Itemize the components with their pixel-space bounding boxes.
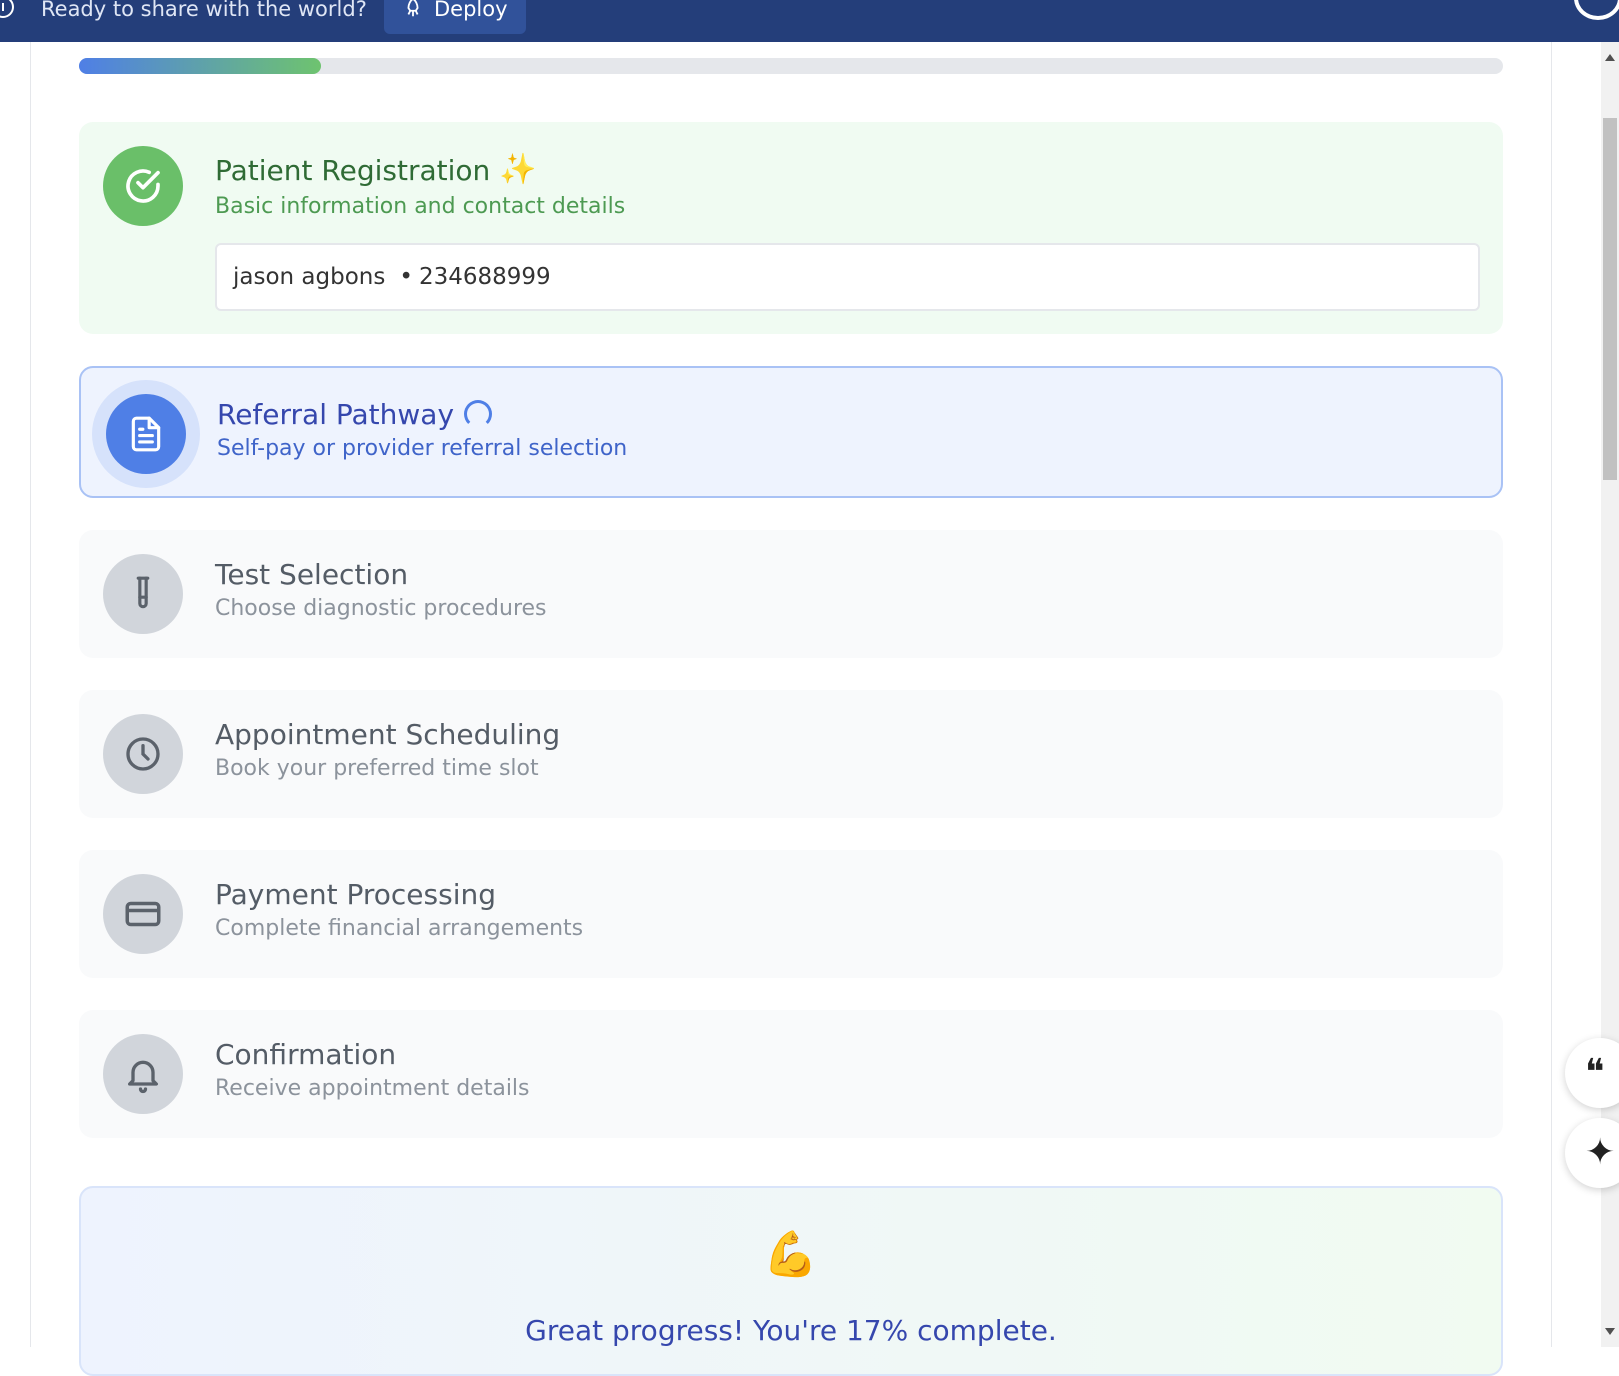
info-icon bbox=[0, 0, 14, 18]
bell-icon bbox=[127, 1060, 158, 1094]
deploy-button[interactable]: Deploy bbox=[384, 0, 526, 34]
registration-summary: jason agbons • 234688999 bbox=[215, 243, 1480, 311]
deploy-label: Deploy bbox=[434, 0, 508, 21]
top-banner: Ready to share with the world? Deploy bbox=[0, 0, 1619, 42]
step-subtitle: Complete financial arrangements bbox=[215, 916, 584, 941]
step-subtitle: Self-pay or provider referral selection bbox=[217, 436, 628, 461]
banner-message: Ready to share with the world? bbox=[41, 0, 367, 21]
flexed-biceps-icon: 💪 bbox=[763, 1229, 818, 1280]
patient-name: jason agbons bbox=[233, 264, 386, 290]
progress-bar bbox=[79, 58, 1503, 74]
scrollbar-thumb[interactable] bbox=[1603, 118, 1617, 480]
avatar[interactable] bbox=[1574, 0, 1619, 20]
encouragement-message: Great progress! You're 17% complete. bbox=[525, 1314, 1057, 1347]
clock-icon bbox=[126, 737, 160, 771]
step-appointment-scheduling[interactable]: Appointment Scheduling Book your preferr… bbox=[79, 690, 1503, 818]
scroll-up-icon[interactable] bbox=[1605, 54, 1615, 61]
loading-spinner-icon bbox=[464, 400, 492, 428]
step-status-circle bbox=[103, 146, 183, 226]
quote-list-icon: ❝ bbox=[1585, 1052, 1605, 1093]
test-tube-icon bbox=[136, 576, 150, 609]
patient-phone: 234688999 bbox=[418, 264, 551, 290]
step-subtitle: Receive appointment details bbox=[215, 1076, 530, 1101]
step-title: Payment Processing bbox=[215, 878, 496, 911]
step-status-circle bbox=[103, 714, 183, 794]
sparkle-icon: ✨ bbox=[499, 152, 537, 187]
rocket-icon bbox=[407, 0, 419, 17]
step-test-selection[interactable]: Test Selection Choose diagnostic procedu… bbox=[79, 530, 1503, 658]
quote-button[interactable]: ❝ bbox=[1565, 1038, 1619, 1108]
step-title: Test Selection bbox=[215, 558, 409, 591]
document-icon bbox=[131, 416, 161, 452]
sparkle-icon: ✦ bbox=[1585, 1132, 1616, 1173]
step-title: Patient Registration bbox=[215, 154, 491, 187]
step-title: Confirmation bbox=[215, 1038, 397, 1071]
separator: • bbox=[399, 264, 413, 290]
step-subtitle: Choose diagnostic procedures bbox=[215, 596, 547, 621]
step-subtitle: Basic information and contact details bbox=[215, 194, 626, 219]
step-status-circle bbox=[103, 554, 183, 634]
credit-card-icon bbox=[125, 901, 161, 927]
step-payment-processing[interactable]: Payment Processing Complete financial ar… bbox=[79, 850, 1503, 978]
step-title: Appointment Scheduling bbox=[215, 718, 561, 751]
step-status-circle bbox=[106, 394, 186, 474]
step-title: Referral Pathway bbox=[217, 398, 455, 431]
ai-assist-button[interactable]: ✦ bbox=[1565, 1118, 1619, 1188]
step-status-circle bbox=[103, 874, 183, 954]
step-referral-pathway[interactable]: Referral Pathway Self-pay or provider re… bbox=[79, 366, 1503, 498]
step-confirmation[interactable]: Confirmation Receive appointment details bbox=[79, 1010, 1503, 1138]
step-status-circle bbox=[103, 1034, 183, 1114]
progress-encouragement: 💪 Great progress! You're 17% complete. bbox=[79, 1186, 1503, 1376]
progress-bar-fill bbox=[79, 58, 322, 74]
step-subtitle: Book your preferred time slot bbox=[215, 756, 539, 781]
check-circle-icon bbox=[126, 169, 160, 203]
step-patient-registration[interactable]: Patient Registration ✨ Basic information… bbox=[79, 122, 1503, 334]
scroll-down-icon[interactable] bbox=[1605, 1328, 1615, 1335]
